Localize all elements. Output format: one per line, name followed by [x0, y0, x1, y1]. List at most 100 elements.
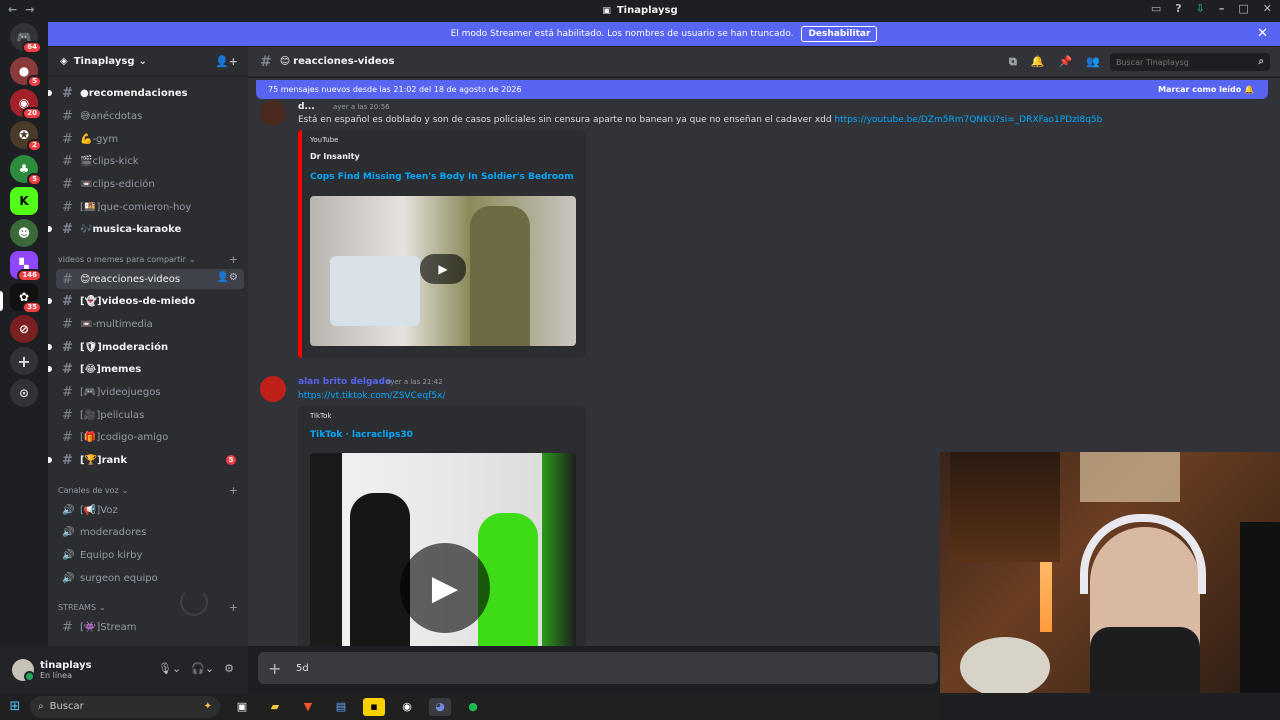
add-server-icon[interactable]: + — [10, 347, 38, 375]
obs-icon[interactable]: ◉ — [396, 698, 418, 716]
message-link[interactable]: https://vt.tiktok.com/ZSVCeqf5x/ — [298, 391, 445, 401]
channel-videos-de-miedo[interactable]: # [👻] videos-de-miedo — [48, 291, 244, 311]
server-icon[interactable]: ♣ 5 — [10, 155, 42, 186]
message-author[interactable]: d... — [298, 102, 315, 112]
channel-clips-kick[interactable]: # 🎬 clips-kick — [56, 151, 244, 171]
message-input[interactable] — [296, 662, 421, 674]
sticky-notes-icon[interactable]: ▪ — [363, 697, 385, 716]
file-explorer-icon[interactable]: ▰ — [264, 698, 286, 716]
message-avatar[interactable] — [260, 100, 286, 126]
server-badge: 5 — [27, 173, 42, 186]
minimize-icon[interactable]: – — [1219, 2, 1225, 15]
embed-title[interactable]: TikTok · lacraclips30 — [310, 430, 413, 440]
server-icon[interactable]: ⊘ — [10, 315, 38, 343]
channel-label: codigo-amigo — [100, 431, 169, 443]
channel-gym[interactable]: # 💪 -gym — [56, 129, 244, 149]
voice-channel-moderadores[interactable]: 🔊 moderadores — [56, 522, 244, 542]
channel-musica-karaoke[interactable]: # 🎶 musica-karaoke — [48, 219, 244, 239]
message-author[interactable]: alan brito delgado — [298, 377, 391, 387]
embed-author[interactable]: Dr Insanity — [310, 152, 360, 161]
hash-icon: # — [62, 85, 73, 101]
add-member-icon[interactable]: 👤+ — [215, 55, 238, 68]
channel-reacciones-videos[interactable]: # 😊 reacciones-videos 👤⚙ — [56, 269, 244, 289]
twitch-server-icon[interactable]: ▚ 146 — [10, 251, 42, 282]
category-videos-memes[interactable]: videos o memes para compartir ⌄ + — [58, 253, 238, 266]
download-icon[interactable]: ⇩ — [1196, 2, 1205, 15]
play-button-icon[interactable]: ▶ — [400, 543, 490, 633]
channel-que-comieron-hoy[interactable]: # [🍱] que-comieron-hoy — [56, 197, 244, 217]
channel-moderacion[interactable]: # [🛡] moderación — [48, 337, 244, 357]
play-button-icon[interactable]: ▶ — [420, 254, 466, 284]
channel-anecdotas[interactable]: # 😅 anécdotas — [56, 106, 244, 126]
close-banner-icon[interactable]: ✕ — [1257, 26, 1268, 41]
embed-provider[interactable]: YouTube — [310, 136, 338, 144]
category-voz[interactable]: Canales de voz ⌄ + — [58, 484, 238, 497]
channel-emoji: 📼 — [80, 318, 93, 330]
pin-icon[interactable]: 📌 — [1059, 55, 1073, 69]
settings-gear-icon[interactable]: ⚙ — [224, 662, 234, 675]
add-channel-icon[interactable]: + — [229, 253, 238, 266]
embed-title[interactable]: Cops Find Missing Teen's Body In Soldier… — [310, 172, 574, 182]
channel-settings-icon[interactable]: 👤⚙ — [217, 272, 238, 283]
channel-recomendaciones[interactable]: # ● recomendaciones — [48, 83, 244, 103]
add-channel-icon[interactable]: + — [229, 484, 238, 497]
app-window-icon[interactable]: ▤ — [330, 698, 352, 716]
message-link[interactable]: https://youtube.be/DZm5Rm7QNKU?si=_DRXFa… — [834, 115, 1102, 125]
home-button[interactable]: 🎮 64 — [10, 23, 42, 54]
server-icon[interactable]: ● 5 — [10, 57, 42, 88]
kick-server-icon[interactable]: K — [10, 187, 38, 215]
channel-emoji: 😊 — [80, 273, 91, 285]
bell-icon[interactable]: 🔔 — [1031, 55, 1045, 69]
search-input[interactable] — [1110, 53, 1270, 71]
forward-arrow-icon[interactable]: → — [25, 3, 34, 16]
add-channel-icon[interactable]: + — [229, 601, 238, 614]
server-icon[interactable]: ☻ — [10, 219, 38, 247]
headphones-icon[interactable]: 🎧⌄ — [191, 662, 214, 675]
attach-plus-icon[interactable]: + — [268, 659, 288, 678]
disable-streamer-button[interactable]: Deshabilitar — [801, 26, 878, 42]
taskbar-search[interactable]: ⌕ Buscar ✦ — [30, 695, 220, 718]
threads-icon[interactable]: ⧉ — [1009, 55, 1017, 69]
help-icon[interactable]: ? — [1175, 2, 1181, 15]
explore-icon[interactable]: ⊙ — [10, 379, 38, 407]
new-messages-bar[interactable]: 75 mensajes nuevos desde las 21:02 del 1… — [256, 80, 1268, 99]
spotify-icon[interactable]: ● — [462, 698, 484, 716]
members-icon[interactable]: 👥 — [1086, 55, 1100, 69]
microphone-icon[interactable]: 🎙⌄ — [158, 662, 181, 675]
task-view-icon[interactable]: ▣ — [231, 698, 253, 716]
server-icon[interactable]: ◉ 20 — [10, 89, 42, 120]
server-list: 🎮 64 ● 5 ◉ 20 ✪ 2 ♣ 5 K ☻ ▚ 146 ✿ 35 ⊘ + ⊙ — [0, 21, 48, 693]
channel-peliculas[interactable]: # [🎥] peliculas — [56, 405, 244, 425]
mark-read-label: Marcar como leído — [1158, 85, 1242, 94]
server-icon[interactable]: ✪ 2 — [10, 121, 42, 152]
channel-codigo-amigo[interactable]: # [🎁] codigo-amigo — [56, 427, 244, 447]
back-arrow-icon[interactable]: ← — [8, 3, 17, 16]
discord-taskbar-icon[interactable]: ◕ — [429, 697, 451, 716]
video-thumbnail[interactable]: ▶ — [310, 196, 576, 346]
channel-videojuegos[interactable]: # [🎮] videojuegos — [56, 382, 244, 402]
channel-memes[interactable]: # [😂] memes — [48, 359, 244, 379]
channel-clips-edicion[interactable]: # 📼 clips-edición — [56, 174, 244, 194]
user-avatar[interactable] — [12, 658, 35, 682]
maximize-icon[interactable]: □ — [1238, 2, 1248, 15]
inbox-icon[interactable]: ▭ — [1151, 2, 1161, 15]
voice-channel-equipo-kirby[interactable]: 🔊 Equipo kirby — [56, 545, 244, 565]
channel-rank[interactable]: # [🏆] rank 5 — [48, 450, 244, 470]
brave-browser-icon[interactable]: ▼ — [297, 698, 319, 716]
voice-channel-surgeon-equipo[interactable]: 🔊 surgeon equipo — [56, 568, 244, 588]
channel-emoji: [📢] — [80, 504, 101, 516]
server-icon-active[interactable]: ✿ 35 — [10, 283, 42, 314]
channel-title: reacciones-videos — [293, 56, 395, 67]
channel-multimedia[interactable]: # 📼 -multimedia — [56, 314, 244, 334]
channel-stream[interactable]: # [👾] Stream — [56, 617, 244, 637]
video-thumbnail[interactable]: ▶ — [310, 453, 576, 646]
category-streams[interactable]: STREAMS ⌄ + — [58, 601, 238, 614]
active-server-pill — [0, 291, 3, 311]
server-header[interactable]: ◈ Tinaplaysg ⌄ 👤+ — [48, 47, 248, 77]
embed-provider[interactable]: TikTok — [310, 412, 331, 420]
windows-start-icon[interactable]: ⊞ — [0, 699, 30, 714]
voice-channel-voz[interactable]: 🔊 [📢] Voz — [56, 500, 244, 520]
mark-read-button[interactable]: Marcar como leído 🔔 — [1158, 85, 1254, 94]
close-window-icon[interactable]: ✕ — [1263, 2, 1272, 15]
message-avatar[interactable] — [260, 376, 286, 402]
